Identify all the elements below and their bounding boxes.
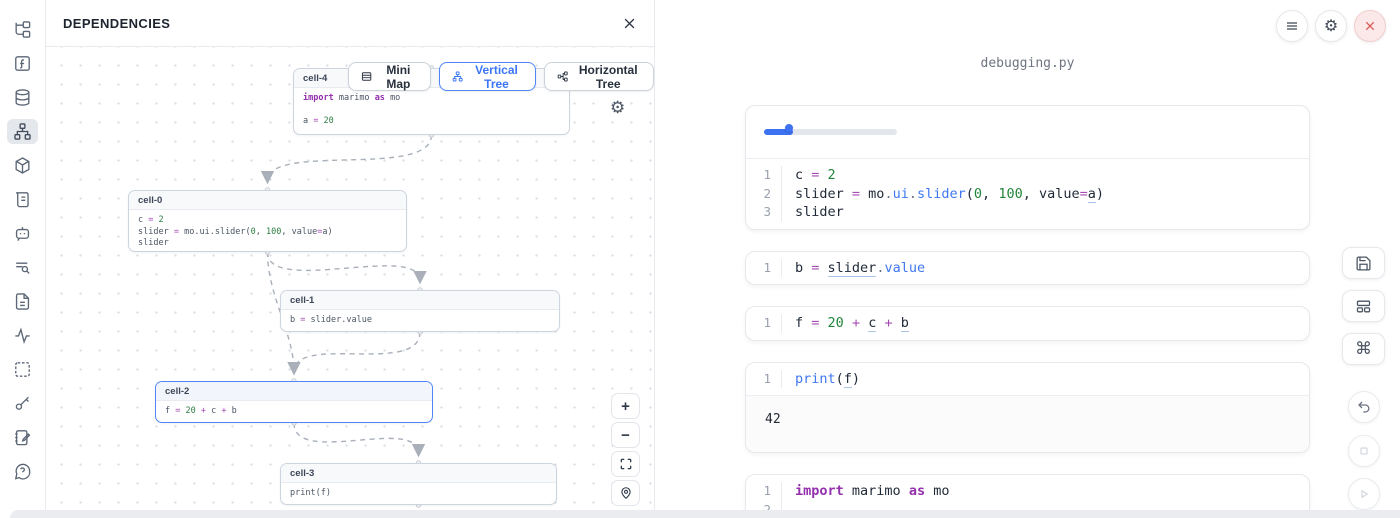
graph-node-code: print(f) bbox=[281, 483, 556, 505]
graph-node-title: cell-2 bbox=[156, 382, 432, 401]
line-number: 1 bbox=[746, 314, 782, 333]
code-line: 1c = 2 bbox=[746, 166, 1309, 185]
window-controls: ⚙ bbox=[1276, 10, 1386, 42]
file-tree-icon[interactable] bbox=[7, 17, 38, 42]
horizontal-tree-label: Horizontal Tree bbox=[575, 63, 641, 91]
panel-title: DEPENDENCIES bbox=[63, 16, 170, 31]
code-editor[interactable]: 1c = 22slider = mo.ui.slider(0, 100, val… bbox=[746, 159, 1309, 229]
cells-column: 1c = 22slider = mo.ui.slider(0, 100, val… bbox=[745, 105, 1310, 518]
code-text: c = 2 bbox=[782, 166, 836, 185]
graph-node-cell-3[interactable]: cell-3print(f) bbox=[280, 463, 557, 505]
line-number: 1 bbox=[746, 166, 782, 185]
line-number: 2 bbox=[746, 185, 782, 204]
graph-node-cell-2[interactable]: cell-2f = 20 + c + b bbox=[155, 381, 433, 423]
code-line: 1f = 20 + c + b bbox=[746, 314, 1309, 333]
close-panel-icon[interactable] bbox=[622, 16, 637, 31]
layout-icon[interactable] bbox=[1342, 290, 1385, 322]
slider-widget[interactable] bbox=[746, 106, 1309, 159]
mini-map-label: Mini Map bbox=[379, 63, 417, 91]
code-line: 2slider = mo.ui.slider(0, 100, value=a) bbox=[746, 185, 1309, 204]
run-icon[interactable] bbox=[1348, 478, 1380, 510]
code-text: slider bbox=[782, 203, 844, 222]
database-icon[interactable] bbox=[7, 85, 38, 110]
graph-settings-gear-icon[interactable]: ⚙ bbox=[610, 98, 625, 118]
code-line: 1print(f) bbox=[746, 370, 1309, 389]
fit-view-icon[interactable] bbox=[611, 451, 640, 477]
chat-bot-icon[interactable] bbox=[7, 221, 38, 246]
dependencies-header: DEPENDENCIES bbox=[46, 0, 654, 47]
stop-icon[interactable] bbox=[1348, 435, 1380, 467]
code-editor[interactable]: 1b = slider.value bbox=[746, 252, 1309, 285]
code-editor[interactable]: 1print(f) bbox=[746, 363, 1309, 396]
shutdown-close-icon[interactable] bbox=[1354, 10, 1386, 42]
save-icon[interactable] bbox=[1342, 247, 1385, 279]
code-line: 3slider bbox=[746, 203, 1309, 222]
code-cell[interactable]: 1c = 22slider = mo.ui.slider(0, 100, val… bbox=[745, 105, 1310, 230]
line-number: 1 bbox=[746, 259, 782, 278]
code-cell[interactable]: 1f = 20 + c + b bbox=[745, 306, 1310, 341]
list-search-icon[interactable] bbox=[7, 255, 38, 280]
dependency-graph-canvas[interactable]: cell-4import marimo as mo a = 20cell-0c … bbox=[46, 47, 654, 518]
helper-sidebar bbox=[0, 0, 46, 518]
graph-node-title: cell-1 bbox=[281, 291, 559, 310]
notebook-area: debugging.py 1c = 22slider = mo.ui.slide… bbox=[655, 0, 1400, 518]
graph-node-code: b = slider.value bbox=[281, 310, 559, 332]
code-cell[interactable]: 1b = slider.value bbox=[745, 251, 1310, 286]
line-number: 3 bbox=[746, 203, 782, 222]
console-code-icon[interactable] bbox=[7, 357, 38, 382]
undo-icon[interactable] bbox=[1348, 391, 1380, 423]
graph-node-code: f = 20 + c + b bbox=[156, 401, 432, 423]
marimo-app: DEPENDENCIES cell-4import marimo as mo a… bbox=[0, 0, 1400, 518]
line-number: 1 bbox=[746, 482, 782, 501]
dependency-edge bbox=[268, 135, 432, 181]
graph-node-title: cell-0 bbox=[129, 191, 406, 210]
dependency-edge bbox=[294, 423, 419, 454]
scroll-icon[interactable] bbox=[7, 187, 38, 212]
code-text: slider = mo.ui.slider(0, 100, value=a) bbox=[782, 185, 1104, 204]
graph-node-code: import marimo as mo a = 20 bbox=[294, 88, 569, 133]
graph-node-cell-1[interactable]: cell-1b = slider.value bbox=[280, 290, 560, 332]
notebook-filename: debugging.py bbox=[745, 56, 1310, 71]
code-text: f = 20 + c + b bbox=[782, 314, 909, 333]
dependency-graph-icon[interactable] bbox=[7, 119, 38, 144]
packages-icon[interactable] bbox=[7, 153, 38, 178]
code-line: 1import marimo as mo bbox=[746, 482, 1309, 501]
graph-view-toolbar: Mini Map Vertical Tree Horizontal Tree bbox=[348, 62, 654, 91]
zoom-out-button[interactable]: − bbox=[611, 422, 640, 448]
keyboard-shortcuts-icon[interactable]: ⌘ bbox=[1342, 333, 1385, 365]
graph-node-title: cell-3 bbox=[281, 464, 556, 483]
function-icon[interactable] bbox=[7, 51, 38, 76]
vertical-tree-button[interactable]: Vertical Tree bbox=[439, 62, 537, 91]
help-icon[interactable] bbox=[7, 459, 38, 484]
horizontal-tree-button[interactable]: Horizontal Tree bbox=[544, 62, 654, 91]
code-cell[interactable]: 1print(f) 42 bbox=[745, 362, 1310, 454]
mini-map-button[interactable]: Mini Map bbox=[348, 62, 431, 91]
settings-gear-icon[interactable]: ⚙ bbox=[1315, 10, 1347, 42]
locate-node-icon[interactable] bbox=[611, 480, 640, 506]
line-number: 1 bbox=[746, 370, 782, 389]
zoom-in-button[interactable]: + bbox=[611, 393, 640, 419]
graph-node-code: c = 2slider = mo.ui.slider(0, 100, value… bbox=[129, 210, 406, 252]
dependencies-panel: DEPENDENCIES cell-4import marimo as mo a… bbox=[46, 0, 655, 518]
dependency-edge bbox=[294, 332, 420, 372]
graph-node-cell-0[interactable]: cell-0c = 2slider = mo.ui.slider(0, 100,… bbox=[128, 190, 407, 252]
document-icon[interactable] bbox=[7, 289, 38, 314]
menu-icon[interactable] bbox=[1276, 10, 1308, 42]
cell-output: 42 bbox=[746, 395, 1309, 452]
code-text: import marimo as mo bbox=[782, 482, 950, 501]
bottom-edge-strip bbox=[10, 510, 1400, 518]
slider-thumb[interactable] bbox=[785, 124, 793, 132]
code-text: print(f) bbox=[782, 370, 860, 389]
notebook-action-rail: ⌘ bbox=[1342, 247, 1385, 518]
scratchpad-icon[interactable] bbox=[7, 425, 38, 450]
code-line: 1b = slider.value bbox=[746, 259, 1309, 278]
slider-track[interactable] bbox=[764, 129, 897, 135]
code-text: b = slider.value bbox=[782, 259, 925, 278]
key-icon[interactable] bbox=[7, 391, 38, 416]
vertical-tree-label: Vertical Tree bbox=[470, 63, 523, 91]
code-editor[interactable]: 1f = 20 + c + b bbox=[746, 307, 1309, 340]
zoom-controls: + − bbox=[611, 393, 640, 506]
activity-icon[interactable] bbox=[7, 323, 38, 348]
dependency-edge bbox=[268, 252, 421, 281]
